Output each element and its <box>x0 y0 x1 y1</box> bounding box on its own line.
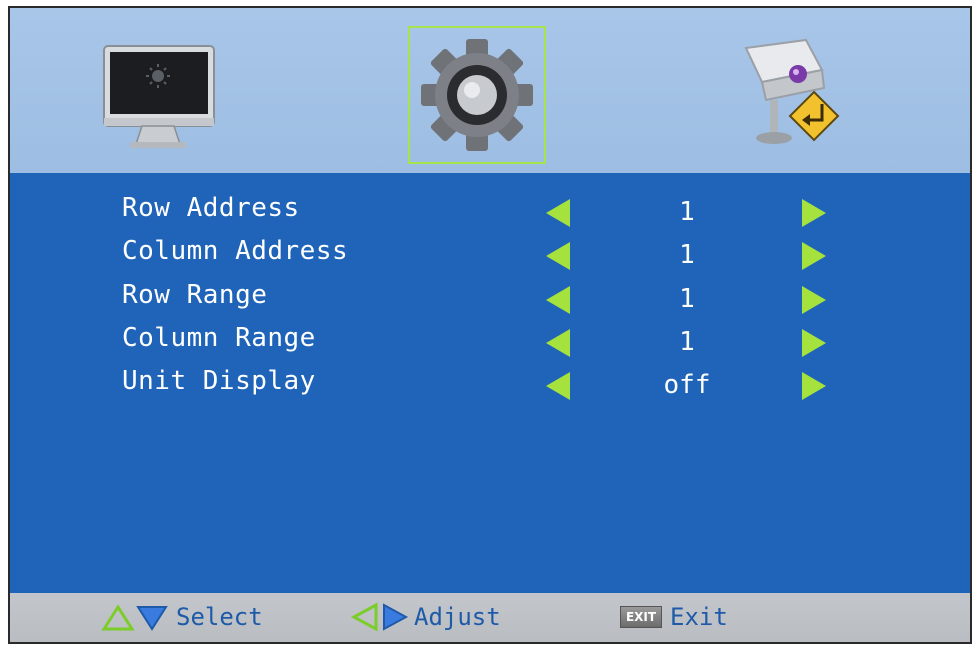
increase-arrow-icon[interactable] <box>802 329 826 357</box>
menu-item-value: 1 <box>679 197 695 227</box>
camera-icon <box>744 38 840 144</box>
select-hint: Select <box>100 601 263 633</box>
menu-row-column-range[interactable]: Column Range 1 <box>10 323 970 365</box>
left-right-arrows-icon <box>350 602 409 632</box>
gear-icon <box>421 39 533 151</box>
decrease-arrow-icon[interactable] <box>546 199 570 227</box>
menu-item-value: 1 <box>679 284 695 314</box>
adjust-label: Adjust <box>414 603 501 631</box>
decrease-arrow-icon[interactable] <box>546 286 570 314</box>
menu-item-label: Unit Display <box>122 366 316 396</box>
settings-menu: Row Address 1 Column Address 1 Row Range… <box>10 173 970 597</box>
menu-row-row-range[interactable]: Row Range 1 <box>10 280 970 322</box>
menu-row-column-address[interactable]: Column Address 1 <box>10 236 970 278</box>
increase-arrow-icon[interactable] <box>802 372 826 400</box>
monitor-icon <box>103 45 215 148</box>
exit-label: Exit <box>670 603 728 631</box>
osd-menu: Row Address 1 Column Address 1 Row Range… <box>8 6 972 644</box>
increase-arrow-icon[interactable] <box>802 242 826 270</box>
menu-item-value: 1 <box>679 327 695 357</box>
menu-item-value: 1 <box>679 240 695 270</box>
menu-item-label: Column Range <box>122 323 316 353</box>
menu-item-value: off <box>663 370 711 400</box>
menu-item-label: Row Address <box>122 193 300 223</box>
exit-key-icon: EXIT <box>620 606 662 628</box>
select-label: Select <box>176 603 263 631</box>
help-bar: Select Adjust EXIT Exit <box>10 593 970 642</box>
adjust-hint: Adjust <box>350 601 501 633</box>
tab-picture[interactable] <box>98 26 236 164</box>
increase-arrow-icon[interactable] <box>802 286 826 314</box>
tab-camera[interactable] <box>732 26 870 164</box>
decrease-arrow-icon[interactable] <box>546 329 570 357</box>
decrease-arrow-icon[interactable] <box>546 242 570 270</box>
exit-hint: EXIT Exit <box>620 601 728 633</box>
tab-settings[interactable] <box>408 26 546 164</box>
menu-row-row-address[interactable]: Row Address 1 <box>10 193 970 235</box>
decrease-arrow-icon[interactable] <box>546 372 570 400</box>
exit-key-label: EXIT <box>625 610 657 624</box>
menu-item-label: Column Address <box>122 236 349 266</box>
menu-row-unit-display[interactable]: Unit Display off <box>10 366 970 408</box>
menu-item-label: Row Range <box>122 280 268 310</box>
tab-bar <box>10 8 970 173</box>
increase-arrow-icon[interactable] <box>802 199 826 227</box>
up-down-arrows-icon <box>101 604 168 631</box>
